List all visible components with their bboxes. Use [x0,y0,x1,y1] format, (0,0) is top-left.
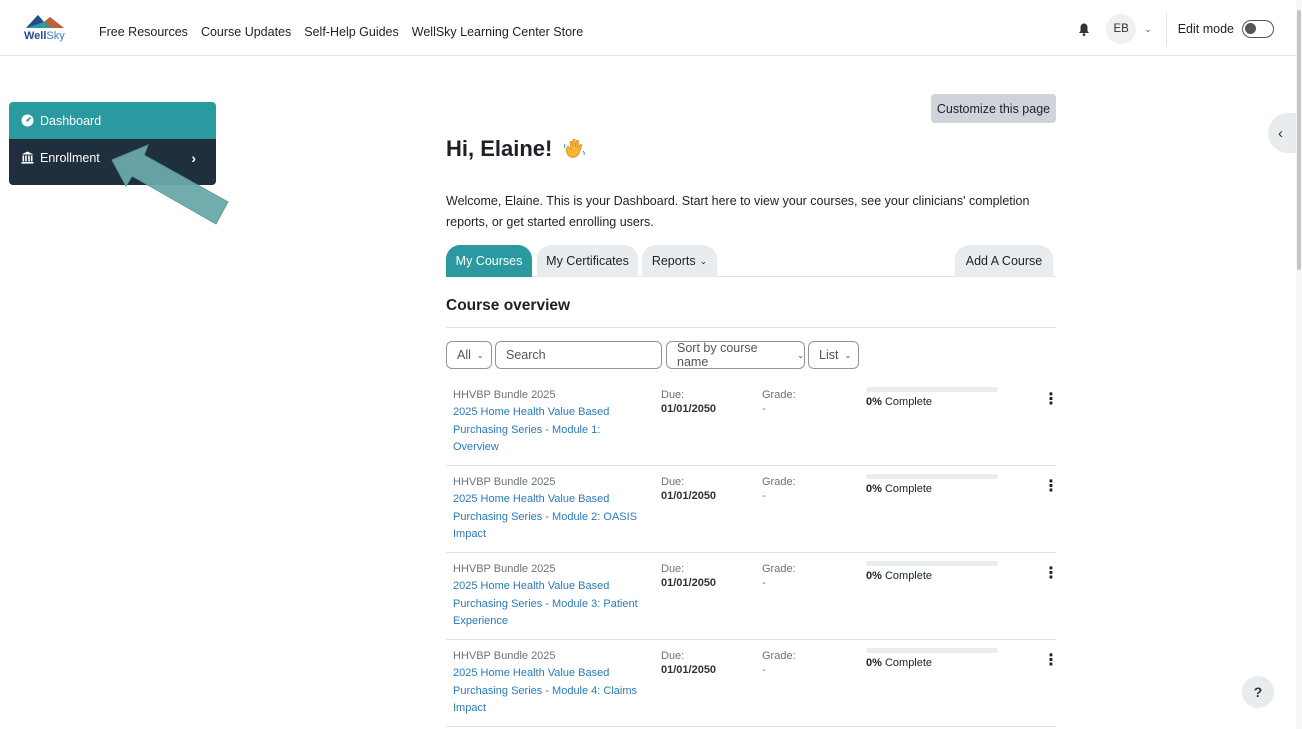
list-item: HHVBP Bundle 2025 2025 Home Health Value… [446,553,1059,640]
due-label: Due: [661,563,685,575]
course-list: HHVBP Bundle 2025 2025 Home Health Value… [446,379,1059,727]
bell-icon[interactable] [1078,23,1090,36]
nav-free-resources[interactable]: Free Resources [99,25,188,39]
course-link[interactable]: 2025 Home Health Value Based Purchasing … [453,578,643,631]
progress-text: 0% Complete [866,396,933,408]
sort-value: Sort by course name [677,341,758,369]
annotation-arrow-icon [111,144,229,225]
edit-mode-toggle[interactable] [1242,20,1274,38]
grade-label: Grade: [762,389,796,401]
course-link[interactable]: 2025 Home Health Value Based Purchasing … [453,404,643,457]
tab-reports[interactable]: Reports ⌄ [642,245,717,277]
course-category: HHVBP Bundle 2025 [453,650,556,662]
course-actions-kebab-icon[interactable]: ⋮ [1043,653,1059,669]
progress-bar [866,561,998,566]
due-label: Due: [661,389,685,401]
edit-mode-label: Edit mode [1177,22,1234,36]
primary-nav: Free Resources Course Updates Self-Help … [99,25,583,39]
list-item: HHVBP Bundle 2025 2025 Home Health Value… [446,640,1059,727]
dashboard-tabs: My Courses My Certificates Reports ⌄ Add … [446,245,1056,277]
course-overview-heading: Course overview [446,297,571,314]
sidebar-item-label: Dashboard [40,113,102,128]
course-actions-kebab-icon[interactable]: ⋮ [1043,479,1059,495]
grade-value: - [762,403,766,415]
mountain-icon [26,15,64,28]
due-date: 01/01/2050 [661,577,717,589]
search-placeholder: Search [506,348,546,362]
progress-text: 0% Complete [866,570,933,582]
view-dropdown[interactable]: List ⌄ [808,341,859,369]
course-link[interactable]: 2025 Home Health Value Based Purchasing … [453,491,643,544]
chevron-down-icon: ⌄ [476,350,484,360]
tab-label: Reports [651,254,696,268]
due-label: Due: [661,476,685,488]
course-category: HHVBP Bundle 2025 [453,476,556,488]
progress-text: 0% Complete [866,657,933,669]
progress-bar [866,648,998,653]
course-link[interactable]: 2025 Home Health Value Based Purchasing … [453,665,643,718]
tab-my-certificates[interactable]: My Certificates [537,245,638,277]
customize-page-button[interactable]: Customize this page [931,94,1056,123]
chevron-left-icon: ‹ [1278,124,1283,142]
list-item: HHVBP Bundle 2025 2025 Home Health Value… [446,379,1059,466]
logo-text: WellSky [24,30,65,42]
welcome-text: Welcome, Elaine. This is your Dashboard.… [446,194,1030,229]
sort-dropdown[interactable]: Sort by course name ⌄ [666,341,805,369]
course-actions-kebab-icon[interactable]: ⋮ [1043,566,1059,582]
due-date: 01/01/2050 [661,490,717,502]
waving-hand-icon [564,138,586,158]
progress-bar [866,387,998,392]
grade-label: Grade: [762,476,796,488]
tab-add-a-course[interactable]: Add A Course [955,245,1053,277]
divider [446,327,1056,328]
grade-value: - [762,577,766,589]
progress-bar [866,474,998,479]
user-tools: EB ⌄ Edit mode [1078,12,1274,46]
due-date: 01/01/2050 [661,403,717,415]
course-actions-kebab-icon[interactable]: ⋮ [1043,392,1059,408]
nav-course-updates[interactable]: Course Updates [201,25,291,39]
dashboard-icon [20,114,34,128]
grade-label: Grade: [762,563,796,575]
page-scrollbar[interactable] [1296,0,1302,729]
user-avatar[interactable]: EB [1106,14,1137,44]
due-label: Due: [661,650,685,662]
top-navbar: WellSky Free Resources Course Updates Se… [0,0,1302,56]
sidebar-item-label: Enrollment [40,150,100,165]
grouping-dropdown[interactable]: All ⌄ [446,341,492,369]
grade-label: Grade: [762,650,796,662]
course-category: HHVBP Bundle 2025 [453,563,556,575]
nav-learning-center-store[interactable]: WellSky Learning Center Store [412,25,583,39]
view-value: List [819,348,839,362]
scrollbar-thumb[interactable] [1297,10,1301,270]
page-title: Hi, Elaine! [446,136,588,162]
greeting-text: Hi, Elaine! [446,136,553,161]
chevron-down-icon: ⌄ [699,255,708,266]
grade-value: - [762,664,766,676]
chevron-down-icon: ⌄ [844,350,852,360]
progress-text: 0% Complete [866,483,933,495]
due-date: 01/01/2050 [661,664,717,676]
divider [1165,12,1167,46]
bank-icon [20,151,34,165]
tab-my-courses[interactable]: My Courses [446,245,532,277]
chevron-down-icon: ⌄ [797,350,804,360]
chevron-down-icon[interactable]: ⌄ [1144,24,1152,35]
nav-self-help-guides[interactable]: Self-Help Guides [304,25,399,39]
grouping-value: All [457,348,471,362]
help-button[interactable]: ? [1242,676,1274,708]
course-category: HHVBP Bundle 2025 [453,389,556,401]
wellsky-logo[interactable]: WellSky [24,12,68,46]
list-item: HHVBP Bundle 2025 2025 Home Health Value… [446,466,1059,553]
sidebar-item-dashboard[interactable]: Dashboard [9,102,216,139]
course-search-input[interactable]: Search [495,341,662,369]
grade-value: - [762,490,766,502]
